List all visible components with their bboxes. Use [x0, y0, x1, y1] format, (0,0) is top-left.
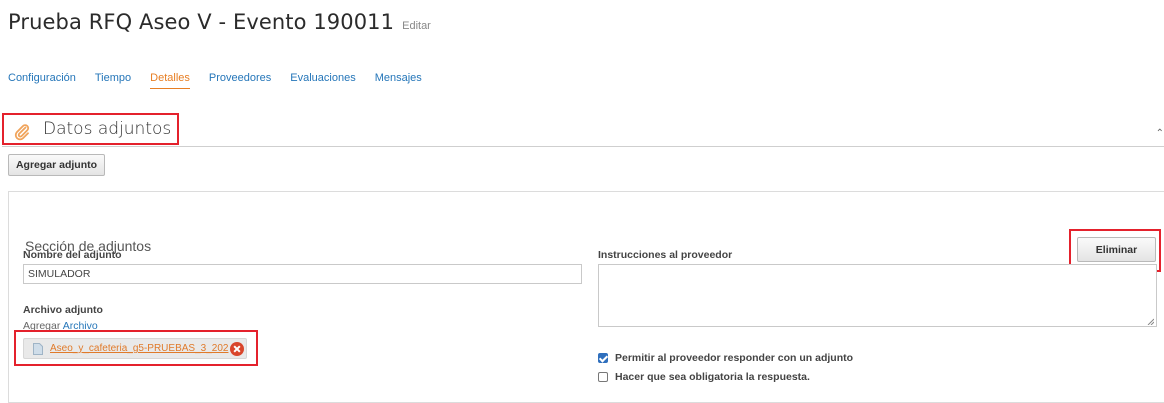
remove-file-icon[interactable] [230, 342, 244, 356]
option-required-response-row: Hacer que sea obligatoria la respuesta. [598, 371, 810, 383]
resize-handle-icon[interactable] [1147, 318, 1154, 325]
allow-attachment-checkbox[interactable] [598, 353, 608, 363]
attachment-name-label: Nombre del adjunto [23, 249, 122, 261]
tab-proveedores[interactable]: Proveedores [209, 72, 271, 89]
collapse-caret-icon[interactable]: ⌃ [1156, 128, 1164, 139]
instructions-textarea[interactable] [598, 264, 1157, 327]
attached-file-link[interactable]: Aseo_y_cafeteria_g5-PRUEBAS_3_202 [50, 343, 228, 354]
instructions-label: Instrucciones al proveedor [598, 249, 733, 261]
page-title: Prueba RFQ Aseo V - Evento 190011 [8, 10, 395, 34]
required-response-checkbox[interactable] [598, 372, 608, 382]
allow-attachment-label: Permitir al proveedor responder con un a… [615, 352, 854, 364]
attachments-section-header: Datos adjuntos ⌃ [2, 112, 1164, 147]
paperclip-icon [14, 124, 30, 141]
tab-detalles[interactable]: Detalles [150, 72, 190, 89]
section-title: Datos adjuntos [43, 119, 172, 139]
attached-file-chip: Aseo_y_cafeteria_g5-PRUEBAS_3_202 [23, 338, 247, 359]
tab-mensajes[interactable]: Mensajes [375, 72, 422, 89]
tab-configuracion[interactable]: Configuración [8, 72, 76, 89]
option-allow-attachment-row: Permitir al proveedor responder con un a… [598, 352, 853, 364]
edit-link[interactable]: Editar [402, 20, 431, 32]
add-attachment-button[interactable]: Agregar adjunto [8, 154, 105, 176]
required-response-label: Hacer que sea obligatoria la respuesta. [615, 371, 810, 383]
tab-tiempo[interactable]: Tiempo [95, 72, 131, 89]
tab-bar: Configuración Tiempo Detalles Proveedore… [8, 72, 441, 89]
attachment-name-input[interactable] [23, 264, 582, 284]
tab-evaluaciones[interactable]: Evaluaciones [290, 72, 355, 89]
section-title-highlight: Datos adjuntos [2, 113, 179, 145]
document-icon [33, 343, 43, 355]
delete-button[interactable]: Eliminar [1077, 237, 1156, 262]
file-label: Archivo adjunto [23, 304, 103, 316]
page-header: Prueba RFQ Aseo V - Evento 190011 Editar [8, 10, 431, 40]
